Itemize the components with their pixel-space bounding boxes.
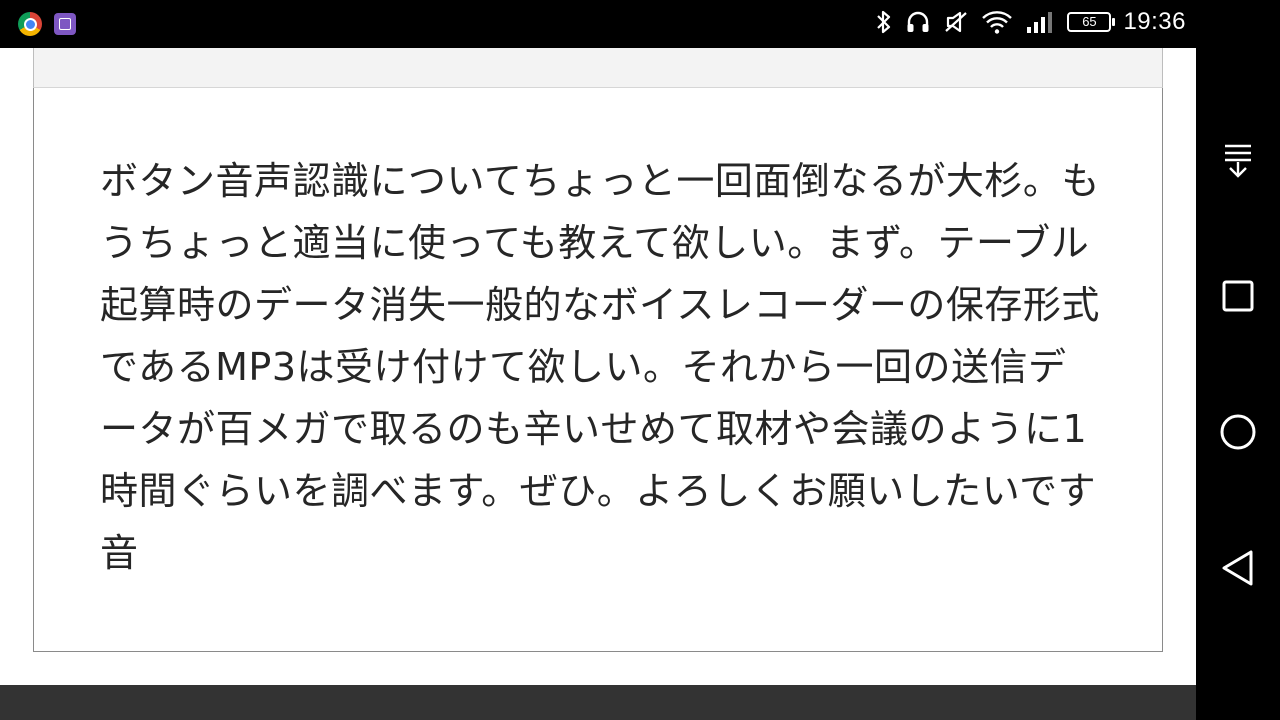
status-bar: 65 19:36: [0, 0, 1196, 48]
message-text: ボタン音声認識についてちょっと一回面倒なるが大杉。もうちょっと適当に使っても教え…: [100, 159, 1100, 575]
notification-pull-icon[interactable]: [1214, 136, 1262, 184]
battery-icon: 65: [1067, 12, 1116, 32]
clock: 19:36: [1123, 8, 1186, 35]
headphones-icon: [907, 11, 929, 32]
bottom-toolbar: [0, 685, 1196, 720]
app-content: ボタン音声認識についてちょっと一回面倒なるが大杉。もうちょっと適当に使っても教え…: [0, 48, 1196, 685]
home-icon[interactable]: [1214, 408, 1262, 456]
cellular-signal-icon: [1027, 12, 1053, 33]
notification-area: [18, 12, 76, 36]
recent-apps-icon[interactable]: [1214, 272, 1262, 320]
bluetooth-icon: [877, 10, 891, 34]
chrome-icon: [18, 12, 42, 36]
mute-icon: [945, 11, 968, 33]
wifi-icon: [982, 11, 1013, 34]
back-icon[interactable]: [1214, 544, 1262, 592]
gallery-icon: [54, 13, 76, 35]
navigation-bar: [1196, 0, 1280, 720]
card-header: [33, 48, 1163, 88]
message-card: ボタン音声認識についてちょっと一回面倒なるが大杉。もうちょっと適当に使っても教え…: [33, 88, 1163, 652]
system-status-area: 65 19:36: [875, 8, 1186, 36]
